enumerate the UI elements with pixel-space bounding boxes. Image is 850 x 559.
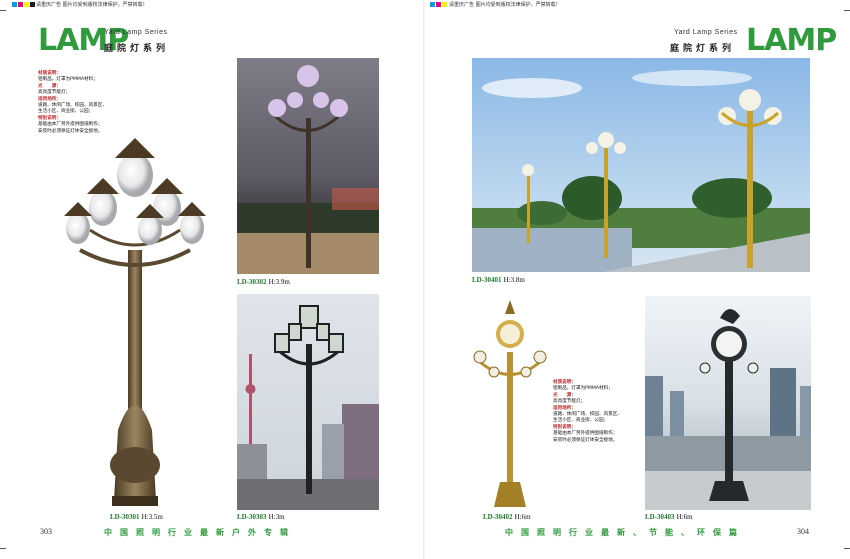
spec-block: 材质说明： 铝制品，灯罩为PMMA材料； 光 源： 高亮度节能灯； 适用场所： … <box>553 380 648 444</box>
swatch-black <box>30 2 35 7</box>
swatch-yellow <box>442 2 447 7</box>
product-height: H:3.8m <box>503 276 525 284</box>
product-code: LD-30302 <box>237 278 267 286</box>
product-image-ld-30301 <box>60 130 210 510</box>
color-swatches <box>12 2 35 7</box>
product-label: LD-30302 H:3.9m <box>237 278 290 286</box>
swatch-cyan <box>12 2 17 7</box>
product-height: H:6m <box>676 513 693 521</box>
page-number: 303 <box>40 527 52 536</box>
page-number: 304 <box>797 527 809 536</box>
series-english: Yard Lamp Series <box>104 29 168 36</box>
page-footer: 中国照明行业最新、节能、环保篇 <box>505 528 745 537</box>
left-page: 请重庆广告 图片均受到版权法律保护，严禁转载！ LAMP Yard Lamp S… <box>0 0 425 559</box>
product-image-ld-30302 <box>237 58 379 274</box>
product-code: LD-30301 <box>110 513 140 521</box>
product-height: H:3.9m <box>268 278 290 286</box>
swatch-yellow <box>24 2 29 7</box>
crop-mark <box>0 548 6 549</box>
product-code: LD-30403 <box>645 513 675 521</box>
series-english: Yard Lamp Series <box>674 29 738 36</box>
crop-mark <box>0 10 6 11</box>
swatch-cyan <box>430 2 435 7</box>
product-image-ld-30401 <box>472 58 810 272</box>
product-label: LD-30403 H:6m <box>645 513 693 521</box>
print-note: 请重庆广告 图片均受到版权法律保护，严禁转载！ <box>36 2 148 8</box>
spec-line: 安装时必须保证灯体安全接地。 <box>553 437 618 443</box>
product-image-ld-30303 <box>237 294 379 510</box>
swatch-magenta <box>436 2 441 7</box>
product-label: LD-30401 H:3.8m <box>472 276 525 284</box>
product-code: LD-30303 <box>237 513 267 521</box>
product-code: LD-30401 <box>472 276 502 284</box>
product-height: H:3.5m <box>141 513 163 521</box>
crop-mark <box>844 10 850 11</box>
product-label: LD-30402 H:6m <box>483 513 531 521</box>
product-code: LD-30402 <box>483 513 513 521</box>
crop-mark <box>844 548 850 549</box>
spec-block: 材质说明： 铝制品，灯罩为PMMA材料； 光 源： 高亮度节能灯； 适用场所： … <box>38 71 138 135</box>
series-chinese: 庭院灯系列 <box>104 44 170 54</box>
product-image-ld-30402 <box>470 292 550 510</box>
lamp-logo: LAMP <box>746 23 837 58</box>
swatch-magenta <box>18 2 23 7</box>
series-chinese: 庭院灯系列 <box>670 44 736 54</box>
product-label: LD-30301 H:3.5m <box>110 513 163 521</box>
page-footer: 中国照明行业最新户外专辑 <box>104 528 296 537</box>
right-page: 请重庆广告 图片均受到版权法律保护，严禁转载！ Yard Lamp Series… <box>425 0 850 559</box>
product-height: H:6m <box>514 513 531 521</box>
product-image-ld-30403 <box>645 296 811 510</box>
product-height: H:3m <box>268 513 285 521</box>
product-label: LD-30303 H:3m <box>237 513 285 521</box>
color-swatches <box>430 2 447 7</box>
print-note: 请重庆广告 图片均受到版权法律保护，严禁转载！ <box>449 2 561 8</box>
